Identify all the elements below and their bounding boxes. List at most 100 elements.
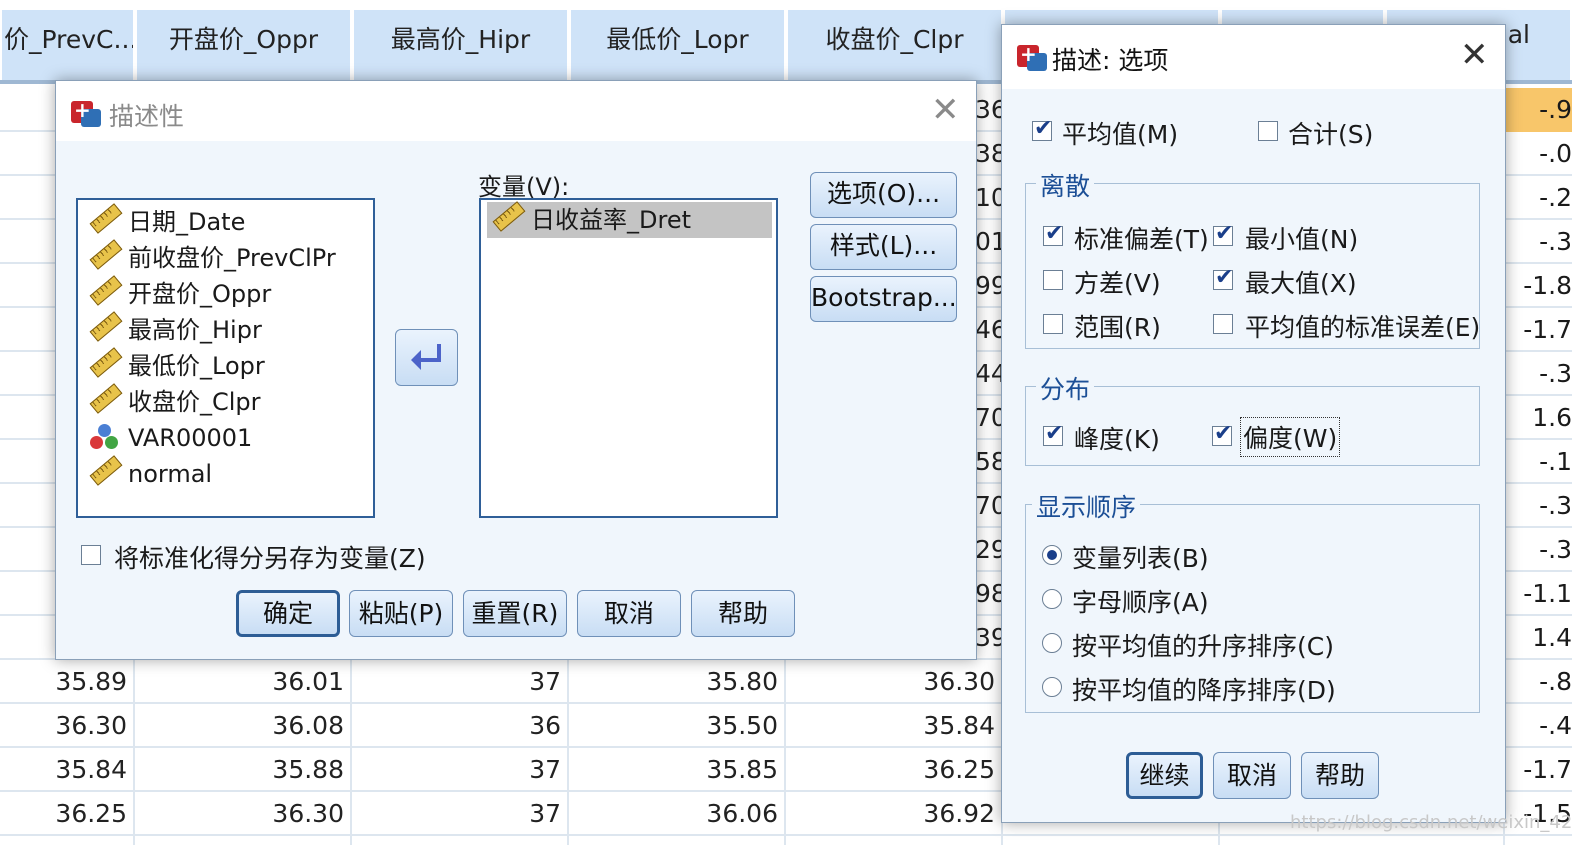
grid-cell[interactable]: 37 [350,660,567,704]
distribution-title: 分布 [1036,370,1095,406]
scale-ruler-icon [89,347,123,378]
cancel-button[interactable]: 取消 [1213,752,1291,799]
grid-cell[interactable]: -.3 [1505,484,1572,528]
help-button[interactable]: 帮助 [1301,752,1379,799]
grid-cell[interactable]: -1.1 [1505,572,1572,616]
options-button[interactable]: 选项(O)... [810,172,957,218]
paste-button[interactable]: 粘贴(P) [349,590,453,637]
mean-label: 平均值(M) [1062,120,1179,149]
grid-cell[interactable]: 36.30 [784,660,1001,704]
skewness-checkbox[interactable] [1212,421,1232,446]
grid-cell[interactable]: 36.25 [0,792,133,836]
grid-cell[interactable]: -.2 [1505,176,1572,220]
options-titlebar[interactable]: + 描述: 选项 ✕ [1002,25,1505,89]
col-header-lopr[interactable]: 最低价_Lopr [569,10,786,80]
grid-cell[interactable]: 36.30 [0,704,133,748]
grid-cell[interactable]: 35.84 [784,704,1001,748]
dialog-title: 描述: 选项 [1052,46,1169,75]
grid-cell[interactable]: -1.7 [1505,748,1572,792]
scale-ruler-icon [89,275,123,306]
descriptives-titlebar[interactable]: + 描述性 ✕ [56,81,976,141]
order-mean-ascending-radio[interactable] [1042,633,1062,653]
save-standardized-label: 将标准化得分另存为变量(Z) [114,544,426,573]
grid-cell[interactable]: -1.7 [1505,308,1572,352]
order-mean-ascending-label: 按平均值的升序排序(C) [1072,632,1334,661]
dispersion-group: 离散 标准偏差(T) 最小值(N) 方差(V) 最大值(X) 范围(R) 平均值… [1025,167,1481,349]
range-checkbox[interactable] [1043,314,1063,334]
grid-cell[interactable]: 35.85 [567,748,784,792]
grid-cell[interactable]: -1.8 [1505,264,1572,308]
grid-cell[interactable]: -.1 [1505,440,1572,484]
minimum-checkbox[interactable] [1213,221,1233,246]
col-header-clpr[interactable]: 收盘价_Clpr [786,10,1003,80]
style-button[interactable]: 样式(L)... [810,224,957,270]
grid-cell[interactable]: 35.50 [567,704,784,748]
selected-variable-list[interactable]: 日收益率_Dret [479,198,778,518]
sum-checkbox[interactable] [1258,121,1278,141]
std-dev-checkbox[interactable] [1043,221,1063,246]
se-mean-label: 平均值的标准误差(E) [1245,313,1481,342]
grid-cell[interactable]: 35.80 [567,660,784,704]
col-header-prevclpr[interactable]: 价_PrevC... [0,10,135,80]
scale-ruler-icon [89,311,123,342]
grid-cell[interactable]: -.4 [1505,704,1572,748]
spss-app-icon: + [71,97,101,127]
display-order-title: 显示顺序 [1032,488,1141,524]
grid-cell[interactable]: 37 [350,792,567,836]
sum-label: 合计(S) [1288,120,1374,149]
grid-cell[interactable]: 36 [350,704,567,748]
dialog-title: 描述性 [109,102,185,131]
options-dialog: + 描述: 选项 ✕ 平均值(M) 合计(S) 离散 标准偏差(T) 最小值(N… [1001,24,1506,823]
order-variable-list-label: 变量列表(B) [1072,544,1209,573]
std-dev-label: 标准偏差(T) [1074,225,1209,254]
grid-cell[interactable]: 35.88 [133,748,350,792]
order-variable-list-radio[interactable] [1042,545,1062,565]
help-button[interactable]: 帮助 [691,590,795,637]
mean-checkbox[interactable] [1032,116,1052,141]
grid-cell[interactable]: 1.6 [1505,396,1572,440]
continue-button[interactable]: 继续 [1126,752,1203,799]
grid-cell[interactable]: 36.92 [784,792,1001,836]
grid-cell[interactable]: 1.4 [1505,616,1572,660]
kurtosis-checkbox[interactable] [1043,421,1063,446]
grid-cell[interactable]: -.8 [1505,660,1572,704]
arrow-left-icon [411,344,441,370]
grid-cell[interactable]: 36.25 [784,748,1001,792]
save-standardized-checkbox[interactable] [81,545,101,565]
grid-cell[interactable]: -.3 [1505,220,1572,264]
se-mean-checkbox[interactable] [1213,314,1233,334]
source-variable-list[interactable]: 日期_Date 前收盘价_PrevClPr 开盘价_Oppr 最高价_Hipr … [76,198,375,518]
grid-cell-selected[interactable]: -.9 [1505,88,1572,132]
ok-button[interactable]: 确定 [236,590,340,637]
move-arrow-button[interactable] [395,329,458,386]
order-alphabetic-radio[interactable] [1042,589,1062,609]
maximum-checkbox[interactable] [1213,265,1233,290]
grid-cell[interactable]: -.3 [1505,528,1572,572]
grid-cell[interactable]: 36.30 [133,792,350,836]
col-header-oppr[interactable]: 开盘价_Oppr [135,10,352,80]
grid-cell[interactable]: 35.89 [0,660,133,704]
col-header-hipr[interactable]: 最高价_Hipr [352,10,569,80]
scale-ruler-icon [89,455,123,486]
close-icon[interactable]: ✕ [1460,38,1489,72]
selected-list-item[interactable]: 日收益率_Dret [487,201,772,238]
kurtosis-label: 峰度(K) [1074,425,1160,454]
grid-cell[interactable]: 35.84 [0,748,133,792]
close-icon[interactable]: ✕ [931,93,960,127]
reset-button[interactable]: 重置(R) [463,590,567,637]
grid-cell[interactable]: 37 [350,748,567,792]
grid-cell[interactable]: -.3 [1505,352,1572,396]
minimum-label: 最小值(N) [1245,225,1359,254]
grid-cell[interactable]: 36.08 [133,704,350,748]
variables-label: 变量(V): [478,173,570,201]
order-mean-descending-radio[interactable] [1042,677,1062,697]
range-label: 范围(R) [1074,313,1161,342]
dispersion-title: 离散 [1036,167,1095,203]
grid-cell[interactable]: 36.06 [567,792,784,836]
variance-checkbox[interactable] [1043,270,1063,290]
bootstrap-button[interactable]: Bootstrap... [810,276,957,322]
grid-cell[interactable]: 36.01 [133,660,350,704]
grid-cell[interactable]: -.0 [1505,132,1572,176]
cancel-button[interactable]: 取消 [577,590,681,637]
scale-ruler-icon [89,383,123,414]
